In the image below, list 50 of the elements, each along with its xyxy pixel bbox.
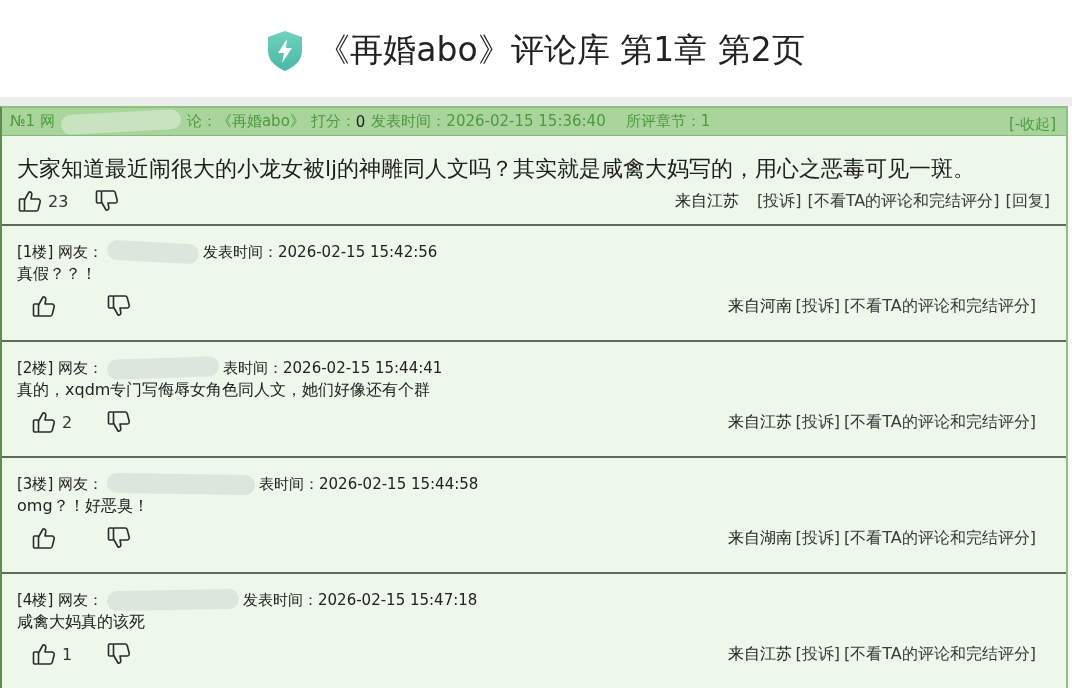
location-text: 来自江苏 — [727, 643, 792, 665]
score-value: 0 — [355, 112, 366, 131]
thumbs-down-icon[interactable] — [107, 526, 131, 550]
thumbs-down-icon[interactable] — [107, 294, 131, 318]
post-time: 发表时间：2026-02-15 15:42:56 — [203, 242, 438, 263]
thumbs-up-icon[interactable] — [32, 642, 56, 666]
post-time: 表时间：2026-02-15 15:44:58 — [259, 474, 479, 495]
post-time: 发表时间：2026-02-15 15:36:40 — [371, 112, 606, 131]
location-text: 来自湖南 — [727, 527, 792, 549]
like-count: 2 — [62, 412, 73, 432]
reply-floor: [2楼] 网友： — [17, 358, 103, 379]
comment-text: 大家知道最近闹很大的小龙女被lj的神雕同人文吗？其实就是咸禽大妈写的，用心之恶毒可见一斑。 — [17, 155, 977, 183]
comment-action-link[interactable]: [不看TA的评论和完结评分] — [844, 411, 1036, 433]
reply-text: omg？！好恶臭！ — [17, 495, 150, 517]
thumbs-down-icon[interactable] — [107, 410, 131, 434]
chapter-label: 所评章节：1 — [625, 112, 711, 131]
reply-text: 咸禽大妈真的该死 — [17, 611, 146, 633]
comment-action-link[interactable]: [投诉] — [757, 190, 802, 212]
post-time: 表时间：2026-02-15 15:44:41 — [223, 358, 443, 379]
comment-action-link[interactable]: [投诉] — [795, 643, 841, 665]
comment-action-link[interactable]: [不看TA的评论和完结评分] — [844, 527, 1036, 549]
score-label: 打分： — [310, 112, 356, 131]
reply-floor: [1楼] 网友： — [17, 242, 103, 263]
thumbs-up-icon[interactable] — [18, 189, 42, 213]
like-count: 23 — [48, 191, 69, 211]
location-text: 来自江苏 — [727, 411, 792, 433]
reply-floor: [4楼] 网友： — [17, 590, 103, 611]
thumbs-up-icon[interactable] — [32, 410, 56, 434]
shield-lightning-icon — [267, 30, 304, 71]
like-count: 1 — [62, 644, 73, 664]
thumbs-up-icon[interactable] — [32, 294, 56, 318]
comment-action-link[interactable]: [投诉] — [795, 295, 841, 317]
post-time: 发表时间：2026-02-15 15:47:18 — [243, 590, 478, 611]
reply-text: 真假？？！ — [17, 263, 98, 285]
comment-action-link[interactable]: [不看TA的评论和完结评分] — [844, 295, 1036, 317]
comment-action-link[interactable]: [不看TA的评论和完结评分] — [807, 190, 1000, 212]
page-title: 《再婚abo》评论库 第1章 第2页 — [317, 29, 805, 71]
comment-action-link[interactable]: [投诉] — [795, 411, 841, 433]
location-text: 来自江苏 — [675, 190, 740, 212]
thumbs-up-icon[interactable] — [32, 526, 56, 550]
location-text: 来自河南 — [727, 295, 792, 317]
thumbs-down-icon[interactable] — [95, 189, 119, 213]
comment-action-link[interactable]: [回复] — [1005, 190, 1050, 212]
comment-action-link[interactable]: [投诉] — [795, 527, 841, 549]
reply-text: 真的，xqdm专门写侮辱女角色同人文，她们好像还有个群 — [17, 379, 432, 401]
thumbs-down-icon[interactable] — [107, 642, 131, 666]
work-title: 论：《再婚abo》 — [186, 112, 305, 131]
comment-number: №1 网 — [10, 112, 55, 131]
reply-floor: [3楼] 网友： — [17, 474, 103, 495]
comment-action-link[interactable]: [不看TA的评论和完结评分] — [844, 643, 1036, 665]
